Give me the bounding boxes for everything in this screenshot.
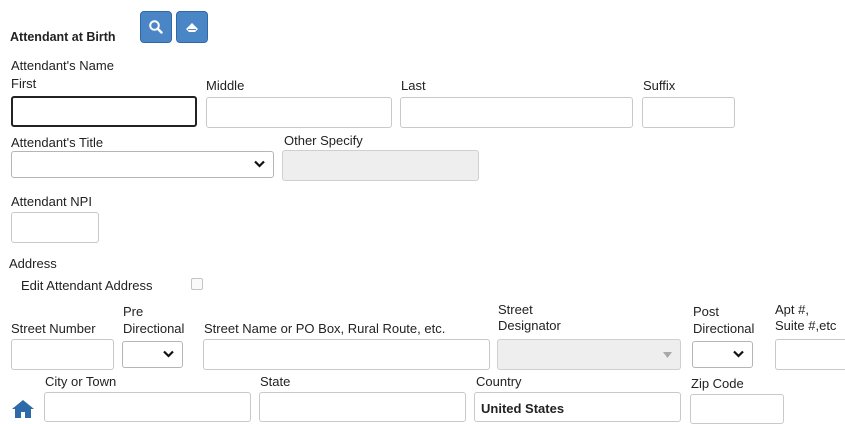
- chevron-down-icon: [733, 350, 744, 358]
- search-button[interactable]: [140, 11, 172, 43]
- zip-input[interactable]: [690, 394, 784, 424]
- middle-name-label: Middle: [206, 78, 245, 93]
- attendant-title-select[interactable]: [11, 151, 274, 178]
- street-designator-select[interactable]: [497, 339, 681, 370]
- middle-name-input[interactable]: [206, 97, 392, 128]
- other-specify-label: Other Specify: [284, 133, 363, 148]
- post-directional-select[interactable]: [692, 341, 753, 368]
- chevron-down-icon: [254, 160, 265, 168]
- name-heading: Attendant's Name: [11, 58, 114, 73]
- pre-directional-label-2: Directional: [123, 321, 185, 336]
- first-name-input[interactable]: [11, 96, 197, 127]
- edit-address-label: Edit Attendant Address: [21, 278, 153, 293]
- eraser-icon: [186, 23, 198, 32]
- apt-label-1: Apt #,: [775, 302, 809, 317]
- other-specify-input[interactable]: [282, 150, 479, 181]
- street-designator-label-2: Designator: [498, 318, 561, 333]
- section-title: Attendant at Birth: [10, 30, 116, 44]
- chevron-down-icon: [163, 350, 174, 358]
- street-designator-label-1: Street: [498, 302, 533, 317]
- suffix-label: Suffix: [643, 78, 676, 93]
- address-heading: Address: [9, 256, 57, 271]
- post-directional-label-1: Post: [693, 304, 720, 319]
- post-directional-label-2: Directional: [693, 321, 755, 336]
- search-icon: [149, 20, 163, 34]
- last-name-label: Last: [401, 78, 426, 93]
- npi-input[interactable]: [11, 212, 99, 243]
- attendant-title-label: Attendant's Title: [11, 135, 104, 150]
- street-name-input[interactable]: [203, 339, 490, 370]
- home-icon[interactable]: [11, 398, 35, 418]
- zip-label: Zip Code: [691, 376, 744, 391]
- first-name-label: First: [11, 76, 37, 91]
- edit-address-checkbox[interactable]: [191, 278, 203, 290]
- pre-directional-label-1: Pre: [123, 304, 144, 319]
- street-name-label: Street Name or PO Box, Rural Route, etc.: [204, 321, 446, 336]
- pre-directional-select[interactable]: [122, 341, 183, 368]
- suffix-input[interactable]: [642, 97, 735, 128]
- street-number-input[interactable]: [11, 339, 114, 370]
- clear-button[interactable]: [176, 11, 208, 43]
- apt-input[interactable]: [775, 339, 845, 370]
- state-label: State: [260, 374, 291, 389]
- apt-label-2: Suite #,etc: [775, 318, 837, 333]
- caret-down-icon: [663, 352, 672, 358]
- city-label: City or Town: [45, 374, 117, 389]
- country-label: Country: [476, 374, 522, 389]
- street-number-label: Street Number: [11, 321, 96, 336]
- npi-label: Attendant NPI: [11, 194, 92, 209]
- last-name-input[interactable]: [400, 97, 633, 128]
- country-value: United States: [481, 401, 565, 416]
